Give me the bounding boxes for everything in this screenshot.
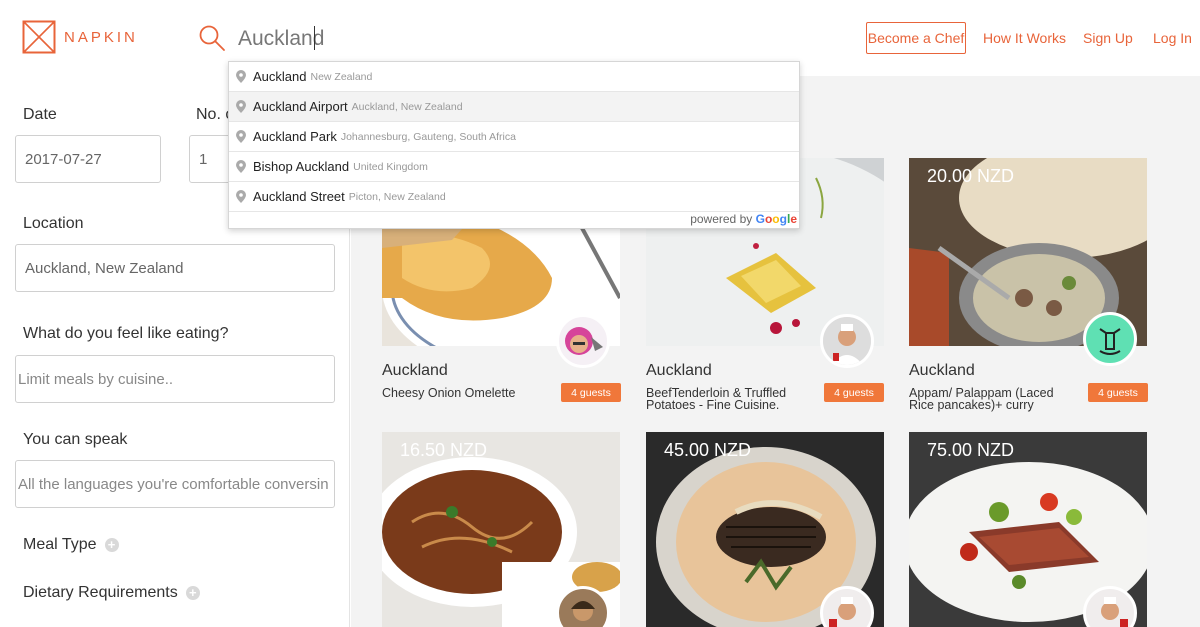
meal-type-toggle[interactable]: Meal Type + <box>23 536 119 554</box>
powered-by-google: powered by Google <box>690 212 797 226</box>
guests-badge: 4 guests <box>1088 383 1148 402</box>
suggestion-main-text: Auckland Airport <box>253 99 348 114</box>
suggestion-main-text: Auckland <box>253 69 307 84</box>
suggestion-item[interactable]: Bishop Auckland United Kingdom <box>229 152 799 182</box>
suggestion-main-text: Auckland Park <box>253 129 337 144</box>
google-logo: Google <box>755 212 797 226</box>
log-in-link[interactable]: Log In <box>1153 30 1192 46</box>
language-label: You can speak <box>23 431 128 448</box>
location-autocomplete-dropdown: Auckland New Zealand Auckland Airport Au… <box>228 61 800 229</box>
meal-price: 20.00 NZD <box>927 166 1015 186</box>
dietary-label: Dietary Requirements <box>23 584 178 601</box>
meal-dish-name[interactable]: BeefTenderloin & Truffled Potatoes - Fin… <box>646 387 816 412</box>
chef-avatar-image <box>1099 328 1121 355</box>
suggestion-item[interactable]: Auckland Park Johannesburg, Gauteng, Sou… <box>229 122 799 152</box>
location-input[interactable]: Auckland, New Zealand <box>15 244 335 292</box>
chef-avatar-image <box>829 597 856 627</box>
meal-type-label: Meal Type <box>23 536 97 553</box>
cuisine-input[interactable]: Limit meals by cuisine.. <box>15 355 335 403</box>
chef-avatar[interactable] <box>1083 312 1137 366</box>
chef-avatar-image <box>571 601 595 621</box>
suggestion-item[interactable]: Auckland New Zealand <box>229 62 799 92</box>
sign-up-link[interactable]: Sign Up <box>1083 30 1133 46</box>
map-pin-icon <box>236 70 246 83</box>
meal-price: 45.00 NZD <box>664 440 752 460</box>
search-icon[interactable] <box>198 24 226 52</box>
meal-city: Auckland <box>382 362 448 379</box>
meal-city: Auckland <box>646 362 712 379</box>
suggestion-item[interactable]: Auckland Street Picton, New Zealand <box>229 182 799 212</box>
guests-badge: 4 guests <box>824 383 884 402</box>
chef-avatar-image <box>1101 597 1128 627</box>
chef-avatar-image <box>823 317 871 365</box>
meal-price: 16.50 NZD <box>400 440 488 460</box>
suggestion-secondary-text: Auckland, New Zealand <box>351 100 463 113</box>
dietary-toggle[interactable]: Dietary Requirements + <box>23 584 200 602</box>
location-search-input[interactable] <box>238 22 538 56</box>
suggestion-item[interactable]: Auckland Airport Auckland, New Zealand <box>229 92 799 122</box>
map-pin-icon <box>236 130 246 143</box>
become-chef-button[interactable]: Become a Chef <box>866 22 966 54</box>
meal-dish-name[interactable]: Appam/ Palappam (Laced Rice pancakes)+ c… <box>909 387 1079 412</box>
how-it-works-link[interactable]: How It Works <box>983 30 1066 46</box>
logo-text: NAPKIN <box>64 28 138 46</box>
date-label: Date <box>23 106 57 123</box>
plus-icon: + <box>104 537 119 552</box>
map-pin-icon <box>236 100 246 113</box>
plus-icon: + <box>185 585 200 600</box>
logo[interactable]: NAPKIN <box>22 20 138 54</box>
suggestion-main-text: Auckland Street <box>253 189 345 204</box>
suggestion-main-text: Bishop Auckland <box>253 159 350 174</box>
chef-avatar-image <box>565 327 603 355</box>
meal-price: 75.00 NZD <box>927 440 1015 460</box>
location-label: Location <box>23 215 84 232</box>
chef-avatar[interactable] <box>556 314 610 368</box>
page: NAPKIN Become a Chef How It Works Sign U… <box>0 0 1200 627</box>
napkin-logo-icon <box>22 20 56 54</box>
text-caret <box>314 26 315 50</box>
powered-by-text: powered by <box>690 212 753 226</box>
suggestion-secondary-text: Picton, New Zealand <box>348 190 446 203</box>
chef-avatar[interactable] <box>820 314 874 368</box>
meal-city: Auckland <box>909 362 975 379</box>
map-pin-icon <box>236 160 246 173</box>
guests-badge: 4 guests <box>561 383 621 402</box>
meal-dish-name[interactable]: Cheesy Onion Omelette <box>382 387 552 400</box>
suggestion-secondary-text: New Zealand <box>310 70 373 83</box>
suggestion-secondary-text: Johannesburg, Gauteng, South Africa <box>340 130 516 143</box>
cuisine-label: What do you feel like eating? <box>23 325 229 342</box>
date-input[interactable]: 2017-07-27 <box>15 135 161 183</box>
map-pin-icon <box>236 190 246 203</box>
suggestion-secondary-text: United Kingdom <box>353 160 428 173</box>
language-input[interactable]: All the languages you're comfortable con… <box>15 460 335 508</box>
